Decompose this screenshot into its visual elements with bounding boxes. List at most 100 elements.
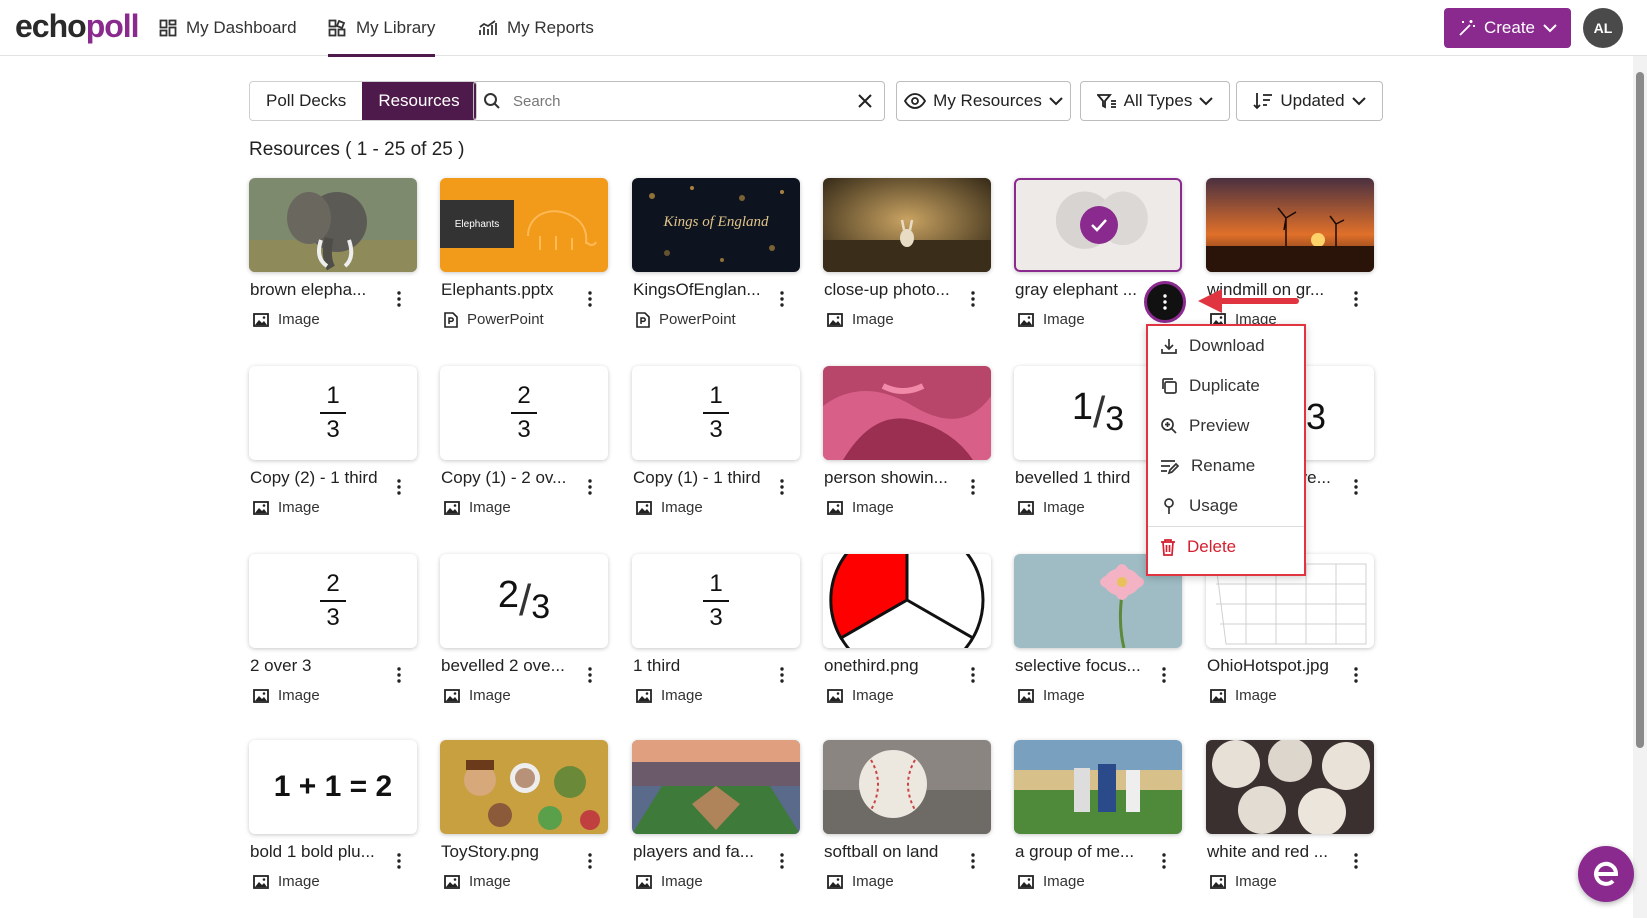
- more-options-button[interactable]: [963, 851, 983, 871]
- thumbnail-fraction[interactable]: 13: [632, 366, 800, 460]
- thumbnail-elephants-pptx[interactable]: Elephants: [440, 178, 608, 272]
- thumbnail-fraction[interactable]: 13: [249, 366, 417, 460]
- thumbnail-windmill[interactable]: [1206, 178, 1374, 272]
- resource-card: white and red ... Image: [1206, 740, 1374, 910]
- slide-title: Kings of England: [663, 214, 769, 230]
- thumbnail-fraction[interactable]: 23: [440, 366, 608, 460]
- more-options-button[interactable]: [963, 665, 983, 685]
- more-options-button[interactable]: [1346, 665, 1366, 685]
- more-options-button[interactable]: [389, 665, 409, 685]
- more-options-button[interactable]: [389, 289, 409, 309]
- resource-type-label: Image: [661, 499, 703, 516]
- owner-filter-dropdown[interactable]: My Resources: [896, 81, 1071, 121]
- more-options-button[interactable]: [580, 289, 600, 309]
- resource-context-menu: Download Duplicate Preview Rename Usage …: [1146, 324, 1306, 576]
- thumbnail-pink-flower[interactable]: [823, 366, 991, 460]
- more-options-button[interactable]: [1154, 665, 1174, 685]
- thumbnail-fraction[interactable]: 23: [249, 554, 417, 648]
- reports-icon: [479, 20, 497, 35]
- user-avatar[interactable]: AL: [1583, 8, 1623, 48]
- more-options-button[interactable]: [1346, 289, 1366, 309]
- resource-type: Image: [636, 873, 703, 890]
- more-options-button[interactable]: [1154, 851, 1174, 871]
- type-filter-dropdown[interactable]: All Types: [1080, 81, 1230, 121]
- resource-name: gray elephant ...: [1015, 280, 1137, 299]
- more-options-button[interactable]: [389, 477, 409, 497]
- thumbnail-bevelled-fraction[interactable]: 2/3: [440, 554, 608, 648]
- search-input[interactable]: [513, 83, 858, 119]
- thumbnail-brown-elephant[interactable]: [249, 178, 417, 272]
- resource-type-label: Image: [1235, 687, 1277, 704]
- more-options-button[interactable]: [772, 289, 792, 309]
- more-options-button[interactable]: [580, 477, 600, 497]
- image-icon: [253, 313, 269, 327]
- duplicate-label: Duplicate: [1189, 376, 1260, 395]
- bevelled-denominator: 3: [1105, 399, 1125, 438]
- thumbnail-toy-story[interactable]: [440, 740, 608, 834]
- more-options-button[interactable]: [963, 289, 983, 309]
- resource-name: Elephants.pptx: [441, 280, 554, 299]
- menu-item-preview[interactable]: Preview: [1148, 406, 1304, 446]
- nav-my-reports[interactable]: My Reports: [478, 0, 594, 56]
- resource-card: 23 Copy (1) - 2 ov... Image: [440, 366, 608, 536]
- thumbnail-onethird-pie[interactable]: [823, 554, 991, 648]
- thumbnail-close-up-photo[interactable]: [823, 178, 991, 272]
- tab-resources[interactable]: Resources: [362, 82, 476, 120]
- resource-type: Image: [444, 873, 511, 890]
- more-options-button[interactable]: [389, 851, 409, 871]
- menu-item-usage[interactable]: Usage: [1148, 486, 1304, 526]
- more-options-button[interactable]: [772, 665, 792, 685]
- resource-type: Image: [253, 873, 320, 890]
- thumbnail-gray-elephant[interactable]: [1014, 178, 1182, 272]
- thumbnail-softball[interactable]: [823, 740, 991, 834]
- scrollbar-thumb[interactable]: [1636, 72, 1644, 748]
- thumbnail-equation[interactable]: 1 + 1 = 2: [249, 740, 417, 834]
- annotation-arrow: [1198, 289, 1299, 313]
- clear-search-icon[interactable]: [858, 94, 872, 108]
- thumbnail-baseballs[interactable]: [1206, 740, 1374, 834]
- echo-logo-icon: [1594, 861, 1619, 886]
- nav-reports-label: My Reports: [507, 18, 594, 37]
- menu-item-delete[interactable]: Delete: [1148, 526, 1304, 566]
- menu-item-download[interactable]: Download: [1148, 326, 1304, 366]
- more-options-button[interactable]: [772, 477, 792, 497]
- fraction-graphic: 13: [632, 366, 800, 460]
- tab-poll-decks[interactable]: Poll Decks: [250, 82, 362, 120]
- image-icon: [1210, 689, 1226, 703]
- create-label: Create: [1483, 18, 1536, 37]
- preview-label: Preview: [1189, 416, 1250, 435]
- thumbnail-baseball-players[interactable]: [1014, 740, 1182, 834]
- resource-type-label: Image: [1235, 873, 1277, 890]
- more-options-button[interactable]: [1346, 851, 1366, 871]
- sort-dropdown[interactable]: Updated: [1236, 81, 1383, 121]
- resource-type-label: Image: [852, 687, 894, 704]
- nav-my-library[interactable]: My Library: [328, 0, 436, 57]
- delete-label: Delete: [1187, 536, 1237, 556]
- kebab-icon: [588, 291, 592, 307]
- menu-item-duplicate[interactable]: Duplicate: [1148, 366, 1304, 406]
- kebab-icon: [971, 291, 975, 307]
- thumbnail-baseball-stadium[interactable]: [632, 740, 800, 834]
- create-button[interactable]: Create: [1444, 8, 1571, 48]
- kebab-icon: [971, 853, 975, 869]
- resource-name: 1 third: [633, 656, 681, 675]
- nav-my-dashboard[interactable]: My Dashboard: [159, 0, 297, 56]
- more-options-button[interactable]: [963, 477, 983, 497]
- resource-name: bevelled 1 third: [1015, 468, 1131, 487]
- more-options-button[interactable]: [1346, 477, 1366, 497]
- echo-help-button[interactable]: [1578, 846, 1634, 902]
- more-options-button-active[interactable]: [1144, 281, 1186, 323]
- menu-item-rename[interactable]: Rename: [1148, 446, 1304, 486]
- elephant-photo: [249, 178, 417, 272]
- kebab-icon: [397, 853, 401, 869]
- download-label: Download: [1189, 336, 1265, 355]
- more-options-button[interactable]: [580, 851, 600, 871]
- echopoll-logo[interactable]: echopoll: [15, 8, 140, 45]
- more-options-button[interactable]: [580, 665, 600, 685]
- more-options-button[interactable]: [772, 851, 792, 871]
- resource-name: a group of me...: [1015, 842, 1135, 861]
- thumbnail-kings-of-england[interactable]: Kings of England: [632, 178, 800, 272]
- thumbnail-fraction[interactable]: 13: [632, 554, 800, 648]
- kebab-icon: [971, 479, 975, 495]
- image-icon: [636, 501, 652, 515]
